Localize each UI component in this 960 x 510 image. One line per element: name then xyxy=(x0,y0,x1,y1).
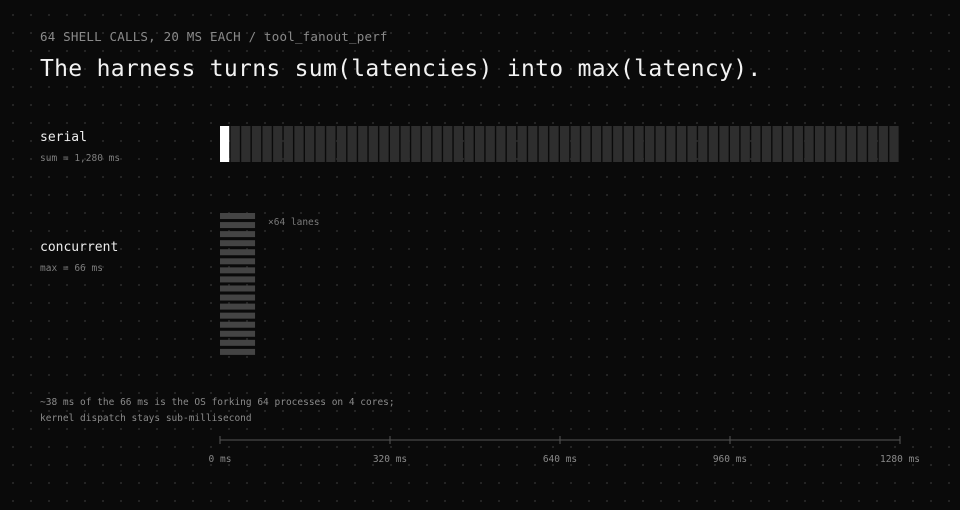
latency-chart: ×64 lanes 0 ms 320 ms 640 ms 960 ms 1280 ms xyxy=(209,126,920,465)
serial-call-segment xyxy=(878,126,888,162)
serial-call-segment xyxy=(815,126,825,162)
concurrent-lane-bar xyxy=(220,249,256,256)
serial-call-segment xyxy=(740,126,750,162)
x-axis-tick-label: 320 ms xyxy=(373,454,407,465)
serial-call-segment xyxy=(273,126,283,162)
serial-call-segment xyxy=(421,126,432,162)
serial-call-segment xyxy=(836,126,846,162)
serial-call-segment xyxy=(889,126,899,162)
serial-call-segment xyxy=(793,126,803,162)
concurrent-lane-bar xyxy=(220,276,256,283)
concurrent-lane-bar xyxy=(220,222,256,229)
serial-call-segment xyxy=(719,126,729,162)
concurrent-lane-bar xyxy=(220,339,256,346)
serial-call-segment xyxy=(708,126,718,162)
serial-call-segment xyxy=(602,126,612,162)
serial-call-segment xyxy=(347,126,357,162)
serial-call-segment xyxy=(804,126,814,162)
x-axis-tick-label: 1280 ms xyxy=(880,454,920,465)
concurrent-lane-bar xyxy=(220,348,256,355)
serial-call-segment xyxy=(326,126,336,162)
serial-call-segment xyxy=(634,126,644,162)
concurrent-lane-bar xyxy=(220,330,256,337)
x-axis-tick-label: 0 ms xyxy=(209,454,232,465)
serial-call-segment xyxy=(432,126,442,162)
concurrent-lane-bar xyxy=(220,213,256,219)
serial-call-segment xyxy=(358,126,368,162)
serial-call-segment xyxy=(772,126,782,162)
serial-call-segment xyxy=(846,126,857,162)
serial-call-segment xyxy=(379,126,389,162)
serial-call-segment xyxy=(475,126,485,162)
serial-call-segment xyxy=(283,126,293,162)
serial-call-segment xyxy=(761,126,772,162)
serial-call-segment xyxy=(305,126,315,162)
x-axis-tick-label: 960 ms xyxy=(713,454,747,465)
serial-call-segment xyxy=(336,126,347,162)
serial-call-segment xyxy=(666,126,676,162)
concurrent-lane-bar xyxy=(220,294,256,301)
serial-call-segment xyxy=(676,126,687,162)
serial-call-segment xyxy=(868,126,878,162)
serial-call-segment xyxy=(485,126,495,162)
serial-call-segment xyxy=(825,126,835,162)
concurrent-lane-bar xyxy=(220,285,256,292)
serial-call-segment xyxy=(698,126,708,162)
serial-call-segment xyxy=(645,126,655,162)
serial-call-segment xyxy=(315,126,325,162)
serial-call-segment xyxy=(411,126,421,162)
concurrent-lane-bar xyxy=(220,312,256,319)
serial-call-segment xyxy=(262,126,272,162)
serial-call-segment-active xyxy=(220,126,230,162)
lanes-count-label: ×64 lanes xyxy=(268,217,319,228)
serial-call-segment xyxy=(251,126,262,162)
concurrent-lane-bar xyxy=(220,321,256,328)
serial-call-segment xyxy=(506,126,517,162)
serial-call-segment xyxy=(390,126,400,162)
serial-call-segment xyxy=(464,126,474,162)
concurrent-bar-group xyxy=(220,213,256,355)
serial-call-segment xyxy=(549,126,559,162)
serial-call-segment xyxy=(538,126,548,162)
serial-call-segment xyxy=(560,126,570,162)
serial-call-segment xyxy=(570,126,580,162)
serial-call-segment xyxy=(400,126,410,162)
x-axis: 0 ms 320 ms 640 ms 960 ms 1280 ms xyxy=(209,436,920,465)
serial-call-segment xyxy=(294,126,304,162)
serial-call-segment xyxy=(368,126,378,162)
serial-call-segment xyxy=(581,126,591,162)
serial-call-segment xyxy=(783,126,793,162)
serial-call-segment xyxy=(496,126,506,162)
serial-call-segment xyxy=(655,126,665,162)
concurrent-lane-bar xyxy=(220,267,256,274)
concurrent-lane-bar xyxy=(220,240,256,247)
serial-call-segment xyxy=(517,126,527,162)
concurrent-lane-bar xyxy=(220,231,256,238)
serial-call-segment xyxy=(453,126,463,162)
serial-call-segment xyxy=(230,126,240,162)
serial-bar-group xyxy=(220,126,899,162)
concurrent-lane-bar xyxy=(220,258,256,265)
serial-call-segment xyxy=(623,126,633,162)
concurrent-lane-bar xyxy=(220,303,256,310)
serial-call-segment xyxy=(443,126,453,162)
serial-call-segment xyxy=(241,126,251,162)
serial-call-segment xyxy=(528,126,538,162)
serial-call-segment xyxy=(687,126,697,162)
serial-call-segment xyxy=(613,126,623,162)
x-axis-tick-label: 640 ms xyxy=(543,454,577,465)
serial-call-segment xyxy=(591,126,602,162)
serial-call-segment xyxy=(730,126,740,162)
serial-call-segment xyxy=(751,126,761,162)
serial-call-segment xyxy=(857,126,867,162)
